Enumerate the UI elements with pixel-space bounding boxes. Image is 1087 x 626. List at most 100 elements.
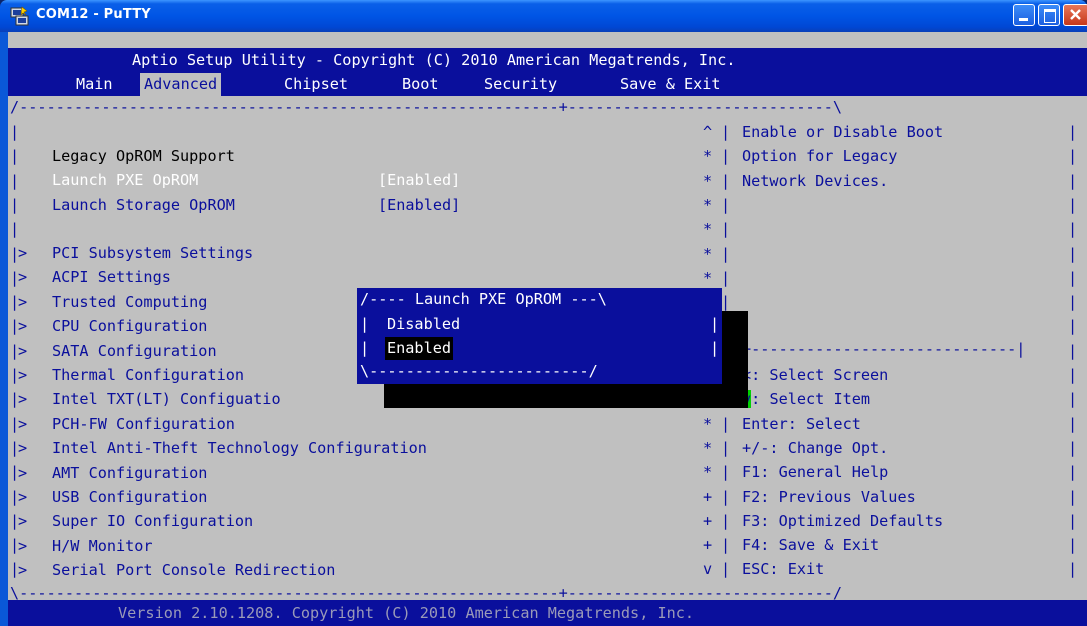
popup-option-disabled[interactable]: Disabled <box>387 313 460 336</box>
tab-main[interactable]: Main <box>72 73 117 96</box>
help-divider-line: | <box>721 147 731 166</box>
popup-frame-top: /---- Launch PXE OpROM ---\ <box>360 290 607 308</box>
frame-side: | <box>1068 366 1078 384</box>
scroll-marker: * <box>703 195 713 214</box>
putty-icon <box>10 6 29 26</box>
frame-side: | <box>1068 244 1078 263</box>
frame-side: | <box>1068 438 1078 457</box>
submenu-arrow-icon: > <box>18 488 28 506</box>
frame-side: | <box>10 147 20 166</box>
submenu-item[interactable]: USB Configuration <box>52 486 207 509</box>
key-legend-line: Enter: Select <box>742 414 861 433</box>
key-legend-line: <: Select Screen <box>742 366 889 384</box>
help-divider-line: | <box>721 463 731 482</box>
popup-frame: | <box>710 315 720 333</box>
frame-side: | <box>1068 147 1078 166</box>
frame-side: | <box>1068 487 1078 506</box>
frame-side: | <box>1068 317 1078 336</box>
key-legend-line: F1: General Help <box>742 463 889 482</box>
frame-side: | <box>1068 341 1078 360</box>
scroll-marker: * <box>703 268 713 287</box>
setting-label[interactable]: Launch Storage OpROM <box>52 194 235 217</box>
help-text: Enable or Disable Boot <box>742 123 944 141</box>
submenu-arrow-icon: > <box>18 341 28 360</box>
frame-side: | <box>1068 463 1078 482</box>
submenu-item[interactable]: SATA Configuration <box>52 340 217 363</box>
window-title: COM12 - PuTTY <box>36 7 151 22</box>
popup-frame-bottom: \------------------------/ <box>360 362 598 380</box>
close-button[interactable] <box>1063 4 1087 26</box>
help-divider-line: | <box>721 536 731 555</box>
submenu-item[interactable]: Trusted Computing <box>52 291 207 314</box>
submenu-item[interactable]: Intel TXT(LT) Configuatio <box>52 388 281 411</box>
tab-chipset[interactable]: Chipset <box>280 73 352 96</box>
frame-side: | <box>1068 560 1078 579</box>
frame-side: | <box>1068 220 1078 239</box>
key-legend-line: +/-: Change Opt. <box>742 438 889 457</box>
frame-side: | <box>1068 390 1078 409</box>
submenu-arrow-icon: > <box>18 463 28 482</box>
popup-shadow <box>384 384 748 408</box>
scroll-marker: + <box>703 511 713 530</box>
tab-security[interactable]: Security <box>480 73 561 96</box>
help-divider-line: | <box>721 123 731 141</box>
popup-frame: | <box>360 339 370 357</box>
help-divider-line: | <box>721 560 731 579</box>
submenu-item[interactable]: CPU Configuration <box>52 315 207 338</box>
frame-side: | <box>1068 195 1078 214</box>
maximize-button[interactable] <box>1038 4 1060 26</box>
setting-value[interactable]: [Enabled] <box>378 194 460 217</box>
bios-header-title: Aptio Setup Utility - Copyright (C) 2010… <box>132 51 736 69</box>
help-text: Option for Legacy <box>742 147 898 166</box>
frame-side: | <box>10 195 20 214</box>
maximize-icon <box>1044 9 1056 23</box>
submenu-arrow-icon: > <box>18 536 28 555</box>
frame-side: | <box>1068 171 1078 190</box>
help-divider-line: | <box>721 220 731 239</box>
frame-side: | <box>1068 511 1078 530</box>
key-legend-line: F4: Save & Exit <box>742 536 880 555</box>
submenu-item[interactable]: Serial Port Console Redirection <box>52 559 335 582</box>
submenu-item[interactable]: PCH-FW Configuration <box>52 413 235 436</box>
submenu-item[interactable]: AMT Configuration <box>52 462 207 485</box>
submenu-arrow-icon: > <box>18 317 28 336</box>
tab-advanced[interactable]: Advanced <box>140 73 222 96</box>
help-divider-line: | <box>721 268 731 287</box>
key-legend-line: F3: Optimized Defaults <box>742 511 944 530</box>
legacy-heading: Legacy OpROM Support <box>52 147 235 165</box>
scroll-marker: * <box>703 414 713 433</box>
scroll-marker: * <box>703 244 713 263</box>
frame-top: /---------------------------------------… <box>10 98 843 116</box>
help-divider-line: | <box>721 244 731 263</box>
submenu-arrow-icon: > <box>18 268 28 287</box>
submenu-arrow-icon: > <box>18 414 28 433</box>
scroll-marker: ^ <box>703 123 713 141</box>
popup-frame: | <box>360 315 370 333</box>
tab-save-exit[interactable]: Save & Exit <box>616 73 725 96</box>
key-legend-line: v: Select Item <box>742 388 870 411</box>
frame-side: | <box>10 171 20 190</box>
help-divider-line: | <box>721 171 731 190</box>
submenu-arrow-icon: > <box>18 561 28 580</box>
setting-label[interactable]: Launch PXE OpROM <box>52 169 198 192</box>
setting-value[interactable]: [Enabled] <box>378 169 460 192</box>
option-popup[interactable]: /---- Launch PXE OpROM ---\ | | Disabled… <box>357 288 722 384</box>
submenu-item[interactable]: PCI Subsystem Settings <box>52 242 253 265</box>
scroll-marker: * <box>703 438 713 457</box>
submenu-item[interactable]: H/W Monitor <box>52 535 153 558</box>
submenu-item[interactable]: Intel Anti-Theft Technology Configuratio… <box>52 437 427 460</box>
submenu-item[interactable]: Super IO Configuration <box>52 510 253 533</box>
title-bar[interactable]: COM12 - PuTTY <box>0 0 1087 32</box>
minimize-button[interactable] <box>1013 4 1035 26</box>
scroll-marker: * <box>703 147 713 166</box>
window-left-border <box>0 32 8 626</box>
popup-option-enabled[interactable]: Enabled <box>385 337 454 360</box>
submenu-item[interactable]: Thermal Configuration <box>52 364 244 387</box>
submenu-arrow-icon: > <box>18 292 28 311</box>
help-divider-line: | <box>721 438 731 457</box>
scroll-marker: + <box>703 487 713 506</box>
submenu-item[interactable]: ACPI Settings <box>52 266 171 289</box>
submenu-arrow-icon: > <box>18 390 28 409</box>
tab-boot[interactable]: Boot <box>398 73 443 96</box>
help-divider-line: | <box>721 511 731 530</box>
